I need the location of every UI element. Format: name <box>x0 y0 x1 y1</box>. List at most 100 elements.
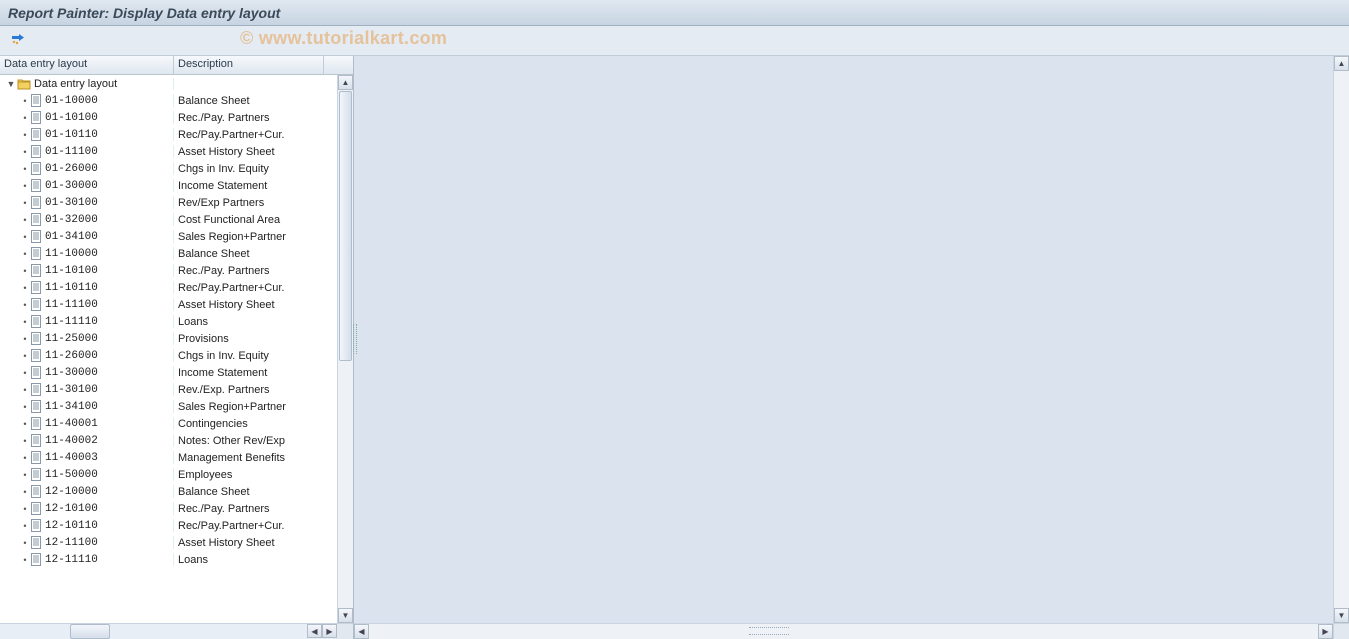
document-icon <box>30 468 42 481</box>
main-area: Data entry layout Description ▼Data entr… <box>0 56 1349 639</box>
tree-item[interactable]: •11-40001Contingencies <box>0 415 337 432</box>
scroll-corner <box>1333 623 1349 639</box>
tree-item[interactable]: •11-26000Chgs in Inv. Equity <box>0 347 337 364</box>
tree-item[interactable]: •11-10100Rec./Pay. Partners <box>0 262 337 279</box>
item-description: Sales Region+Partner <box>174 231 324 243</box>
bullet-icon: • <box>22 232 28 242</box>
item-code: 11-26000 <box>45 350 98 362</box>
column-header-desc[interactable]: Description <box>174 56 324 74</box>
tree-item[interactable]: •11-40002Notes: Other Rev/Exp <box>0 432 337 449</box>
tree-item[interactable]: •11-11100Asset History Sheet <box>0 296 337 313</box>
item-description: Balance Sheet <box>174 486 324 498</box>
tree-item[interactable]: •11-10110Rec/Pay.Partner+Cur. <box>0 279 337 296</box>
bullet-icon: • <box>22 419 28 429</box>
column-header-code[interactable]: Data entry layout <box>0 56 174 74</box>
tree-item[interactable]: •11-50000Employees <box>0 466 337 483</box>
scroll-right-icon[interactable]: ▶ <box>1318 624 1333 639</box>
tree-item[interactable]: •11-30000Income Statement <box>0 364 337 381</box>
scroll-down-icon[interactable]: ▼ <box>1334 608 1349 623</box>
bullet-icon: • <box>22 300 28 310</box>
tree-item[interactable]: •01-30100Rev/Exp Partners <box>0 194 337 211</box>
item-description: Balance Sheet <box>174 95 324 107</box>
tree-item[interactable]: • 01-11100 Asset History Sheet <box>0 143 337 160</box>
item-description: Loans <box>174 316 324 328</box>
document-icon <box>30 94 42 107</box>
document-icon <box>30 553 42 566</box>
scroll-thumb[interactable] <box>339 91 352 361</box>
document-icon <box>30 519 42 532</box>
document-icon <box>30 247 42 260</box>
item-description: Cost Functional Area <box>174 214 324 226</box>
content-vertical-scrollbar[interactable]: ▲ ▼ <box>1333 56 1349 623</box>
item-code: 01-11100 <box>45 146 98 158</box>
bullet-icon: • <box>22 113 28 123</box>
tree-item[interactable]: •01-10100Rec./Pay. Partners <box>0 109 337 126</box>
tree-item[interactable]: •11-25000Provisions <box>0 330 337 347</box>
tree-item[interactable]: •01-26000Chgs in Inv. Equity <box>0 160 337 177</box>
content-horizontal-scrollbar[interactable]: ◀ ▶ <box>354 623 1333 639</box>
tree-item[interactable]: •11-10000Balance Sheet <box>0 245 337 262</box>
scroll-up-icon[interactable]: ▲ <box>1334 56 1349 71</box>
tree-item[interactable]: •11-30100Rev./Exp. Partners <box>0 381 337 398</box>
document-icon <box>30 332 42 345</box>
bullet-icon: • <box>22 368 28 378</box>
tree-item[interactable]: •01-34100Sales Region+Partner <box>0 228 337 245</box>
watermark: © www.tutorialkart.com <box>240 28 447 49</box>
hscroll-grip-icon[interactable] <box>749 627 789 635</box>
tree-horizontal-scrollbar[interactable]: ◀ ▶ <box>0 623 353 639</box>
collapse-icon[interactable]: ▼ <box>6 79 16 89</box>
scroll-right-icon[interactable]: ▶ <box>322 624 337 638</box>
scroll-left-icon[interactable]: ◀ <box>307 624 322 638</box>
scroll-left-icon[interactable]: ◀ <box>354 624 369 639</box>
tree-item[interactable]: •12-10110Rec/Pay.Partner+Cur. <box>0 517 337 534</box>
item-description: Income Statement <box>174 367 324 379</box>
tree-root[interactable]: ▼Data entry layout <box>0 75 337 92</box>
tree-item[interactable]: • 01-10000 Balance Sheet <box>0 92 337 109</box>
bullet-icon: • <box>22 130 28 140</box>
document-icon <box>30 264 42 277</box>
item-description: Rec/Pay.Partner+Cur. <box>174 129 324 141</box>
item-description: Asset History Sheet <box>174 146 324 158</box>
tree-item[interactable]: •01-30000Income Statement <box>0 177 337 194</box>
bullet-icon: • <box>22 351 28 361</box>
bullet-icon: • <box>22 266 28 276</box>
tree-item[interactable]: •11-11110Loans <box>0 313 337 330</box>
item-code: 01-10000 <box>45 95 98 107</box>
tree-vertical-scrollbar[interactable]: ▲ ▼ <box>337 75 353 623</box>
scroll-up-icon[interactable]: ▲ <box>338 75 353 90</box>
document-icon <box>30 179 42 192</box>
hscroll-grip[interactable] <box>70 624 110 639</box>
document-icon <box>30 145 42 158</box>
item-description: Sales Region+Partner <box>174 401 324 413</box>
bullet-icon: • <box>22 453 28 463</box>
tree-item[interactable]: •11-34100Sales Region+Partner <box>0 398 337 415</box>
item-description: Income Statement <box>174 180 324 192</box>
bullet-icon: • <box>22 504 28 514</box>
tree-item[interactable]: •12-11110Loans <box>0 551 337 568</box>
bullet-icon: • <box>22 147 28 157</box>
tree-item[interactable]: •11-40003Management Benefits <box>0 449 337 466</box>
item-description: Loans <box>174 554 324 566</box>
splitter-handle[interactable] <box>353 324 357 354</box>
tree-item[interactable]: •01-10110Rec/Pay.Partner+Cur. <box>0 126 337 143</box>
document-icon <box>30 111 42 124</box>
content-panel: ▲ ▼ ◀ ▶ <box>354 56 1349 639</box>
tree-item[interactable]: •12-10100Rec./Pay. Partners <box>0 500 337 517</box>
item-description: Rev/Exp Partners <box>174 197 324 209</box>
scroll-down-icon[interactable]: ▼ <box>338 608 353 623</box>
execute-button[interactable] <box>8 30 30 52</box>
tree-item[interactable]: •01-32000Cost Functional Area <box>0 211 337 228</box>
bullet-icon: • <box>22 181 28 191</box>
document-icon <box>30 485 42 498</box>
toolbar: © www.tutorialkart.com <box>0 26 1349 56</box>
tree-item[interactable]: •12-10000Balance Sheet <box>0 483 337 500</box>
document-icon <box>30 128 42 141</box>
bullet-icon: • <box>22 96 28 106</box>
folder-icon <box>17 78 31 90</box>
item-description: Asset History Sheet <box>174 299 324 311</box>
document-icon <box>30 434 42 447</box>
bullet-icon: • <box>22 385 28 395</box>
document-icon <box>30 400 42 413</box>
item-description: Rec/Pay.Partner+Cur. <box>174 282 324 294</box>
tree-item[interactable]: •12-11100Asset History Sheet <box>0 534 337 551</box>
